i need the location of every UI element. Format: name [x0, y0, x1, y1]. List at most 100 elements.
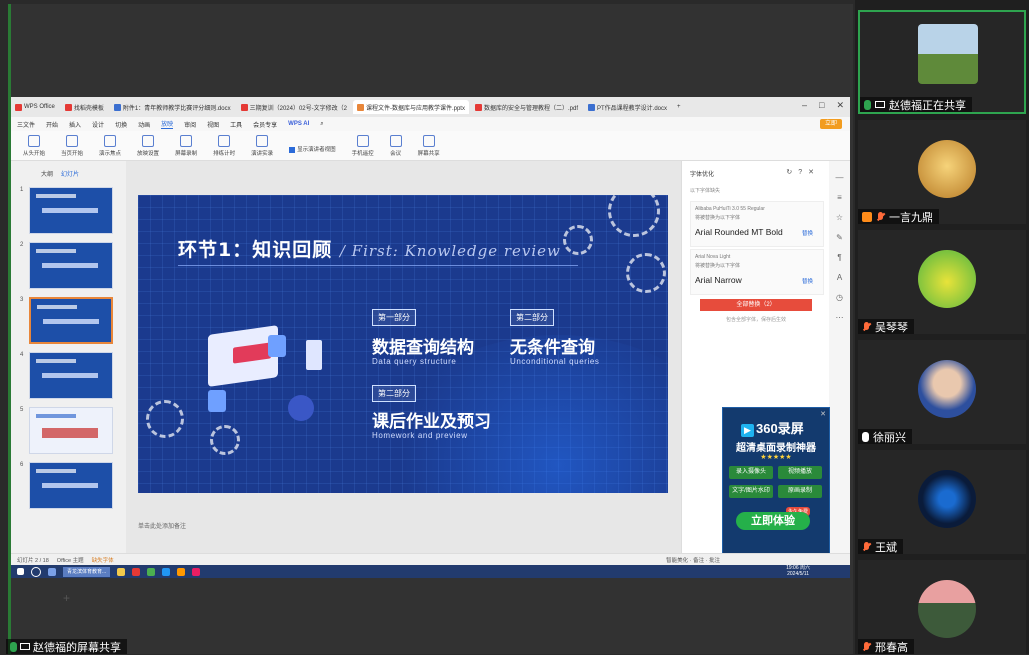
title-underline [178, 265, 578, 266]
ad-try-now-button[interactable]: 立即体验 [736, 512, 810, 530]
current-slide[interactable]: 环节1：知识回顾 / First: Knowledge review 第一部分 … [138, 195, 668, 493]
menu-file[interactable]: 三文件 [17, 120, 35, 129]
clock-icon[interactable]: ◷ [836, 293, 843, 302]
slide-thumb-row[interactable]: 1 [11, 187, 126, 237]
meeting-app-icon[interactable] [162, 567, 171, 576]
comments-toggle[interactable]: 批注 [709, 558, 720, 564]
tab-doc-4[interactable]: 数据库的安全与管理教程（二）.pdf [471, 100, 582, 114]
star-icon[interactable]: ☆ [836, 213, 843, 222]
ad-feature-chip: 原画录制 [778, 485, 822, 498]
menu-design[interactable]: 设计 [92, 120, 104, 129]
participant-tile[interactable]: 赵德福正在共享 [858, 10, 1026, 114]
search-icon[interactable] [31, 566, 41, 577]
theme-indicator[interactable]: Office 主题 [57, 556, 84, 564]
folder-icon[interactable] [117, 567, 126, 576]
ribbon-checkbox-presenter[interactable]: 显示演讲者视图 [289, 131, 336, 153]
replacement-font[interactable]: Arial Rounded MT Bold [695, 227, 783, 237]
format-icon[interactable]: ¶ [837, 253, 841, 262]
app-icon[interactable] [192, 567, 201, 576]
replace-link[interactable]: 替换 [802, 277, 813, 285]
status-bar: 幻灯片 2 / 18 Office 主题 缺失字体 智能美化 · 备注 · 批注 [11, 553, 850, 565]
wps-taskbar-icon[interactable] [132, 567, 141, 576]
tab-doc-2[interactable]: 三期复训（2024）02号-文字修改（2 [237, 100, 351, 114]
smart-beautify[interactable]: 智能美化 [666, 558, 688, 564]
task-view-icon[interactable] [48, 567, 56, 576]
wps-ai-button[interactable]: WPS AI [288, 121, 309, 127]
menu-tools[interactable]: 工具 [230, 120, 242, 129]
ribbon-focus[interactable]: 演示焦点 [99, 131, 121, 157]
tab-wps-home[interactable]: WPS Office [11, 100, 59, 114]
replace-all-button[interactable]: 全部替换（2） [700, 299, 812, 311]
ribbon-settings[interactable]: 放映设置 [137, 131, 159, 157]
tab-doc-1[interactable]: 附件1：青年教师教学比赛评分细则.docx [110, 100, 235, 114]
slide-thumb-row[interactable]: 2 [11, 242, 126, 292]
go-vip-button[interactable]: 立即 [820, 119, 842, 129]
close-icon[interactable]: ✕ [820, 410, 826, 418]
participant-tile[interactable]: 吴琴琴 [858, 230, 1026, 334]
gear-icon [563, 225, 593, 255]
menu-home[interactable]: 开始 [46, 120, 58, 129]
menu-slideshow[interactable]: 放映 [161, 119, 174, 129]
close-icon[interactable]: ✕ [836, 100, 844, 111]
ribbon-start-current[interactable]: 当页开始 [61, 131, 83, 157]
settings-icon[interactable]: ≡ [837, 193, 842, 202]
search-icon[interactable]: ⌕ [320, 121, 323, 128]
note-icon[interactable]: ✎ [836, 233, 843, 242]
maximize-icon[interactable]: □ [819, 100, 824, 111]
notes-toggle[interactable]: 备注 [693, 558, 704, 564]
notes-placeholder[interactable]: 单击此处添加备注 [138, 521, 186, 530]
new-tab-button[interactable]: + [673, 100, 685, 114]
participant-tile[interactable]: 邢春高 [858, 560, 1026, 654]
help-icon[interactable]: ? [798, 169, 808, 176]
missing-font-indicator[interactable]: 缺失字体 [92, 556, 114, 564]
replacement-font[interactable]: Arial Narrow [695, 275, 742, 285]
app-icon[interactable] [177, 567, 186, 576]
slide-thumbnail[interactable] [29, 187, 113, 234]
menu-transition[interactable]: 切换 [115, 120, 127, 129]
menu-insert[interactable]: 插入 [69, 120, 81, 129]
ribbon-meeting[interactable]: 会议 [389, 131, 402, 157]
slide-thumb-row[interactable]: 4 [11, 352, 126, 402]
windows-start-icon[interactable] [17, 568, 24, 575]
slide-thumbnail[interactable] [29, 462, 113, 509]
menu-animation[interactable]: 动画 [138, 120, 150, 129]
recorder-ad-popup[interactable]: ✕ ▶ 360录屏 超清桌面录制神器 ★★★★★ 录入摄像头 视频播放 文字/图片… [722, 407, 830, 557]
minimize-icon[interactable]: – [802, 100, 807, 111]
ribbon-start-beginning[interactable]: 从头开始 [23, 131, 45, 157]
taskbar-app-browser[interactable]: 青龙滨体育教育... [63, 566, 111, 577]
replace-link[interactable]: 替换 [802, 229, 813, 237]
more-icon[interactable]: ⋯ [836, 313, 844, 322]
menu-review[interactable]: 审阅 [184, 120, 196, 129]
ribbon-label: 当页开始 [61, 151, 84, 157]
taskbar-clock[interactable]: 19:06 周六 2024/5/11 [786, 565, 810, 577]
close-icon[interactable]: ✕ [808, 169, 820, 176]
participant-tile[interactable]: 一言九鼎 [858, 120, 1026, 224]
slide-thumbnail[interactable] [29, 242, 113, 289]
participant-label: 赵德福正在共享 [860, 97, 972, 112]
participant-tile[interactable]: 徐丽兴 [858, 340, 1026, 444]
participant-tile[interactable]: 王斌 [858, 450, 1026, 554]
tab-doc-5[interactable]: PT作品课程教学设计.docx [584, 100, 671, 114]
font-icon[interactable]: A [837, 273, 842, 282]
tab-docer[interactable]: 找稻壳模板 [61, 100, 108, 114]
ribbon-record[interactable]: 屏幕录制 [175, 131, 197, 157]
menu-member[interactable]: 会员专享 [253, 120, 277, 129]
tab-doc-active[interactable]: 课程文件-数据库与应用教学课件.pptx [352, 100, 469, 114]
ribbon-lecture[interactable]: 演讲实录 [251, 131, 273, 157]
ribbon-phone-remote[interactable]: 手机遥控 [352, 131, 374, 157]
ribbon-screen-share[interactable]: 屏幕共享 [418, 131, 440, 157]
slide-thumb-row[interactable]: 3 [11, 297, 126, 347]
wechat-icon[interactable] [147, 567, 156, 576]
tab-outline[interactable]: 大纲 [41, 169, 53, 178]
add-slide-button[interactable]: + [63, 591, 70, 605]
tab-slides[interactable]: 幻灯片 [61, 169, 79, 178]
slide-thumbnail[interactable] [29, 352, 113, 399]
slide-thumbnail-selected[interactable] [29, 297, 113, 344]
slide-thumb-row[interactable]: 5 [11, 407, 126, 457]
ribbon-rehearse[interactable]: 排练计时 [213, 131, 235, 157]
slide-thumbnail[interactable] [29, 407, 113, 454]
menu-view[interactable]: 视图 [207, 120, 219, 129]
refresh-icon[interactable]: ↻ [786, 169, 798, 176]
minus-icon[interactable]: — [836, 173, 844, 182]
slide-thumb-row[interactable]: 6 [11, 462, 126, 512]
